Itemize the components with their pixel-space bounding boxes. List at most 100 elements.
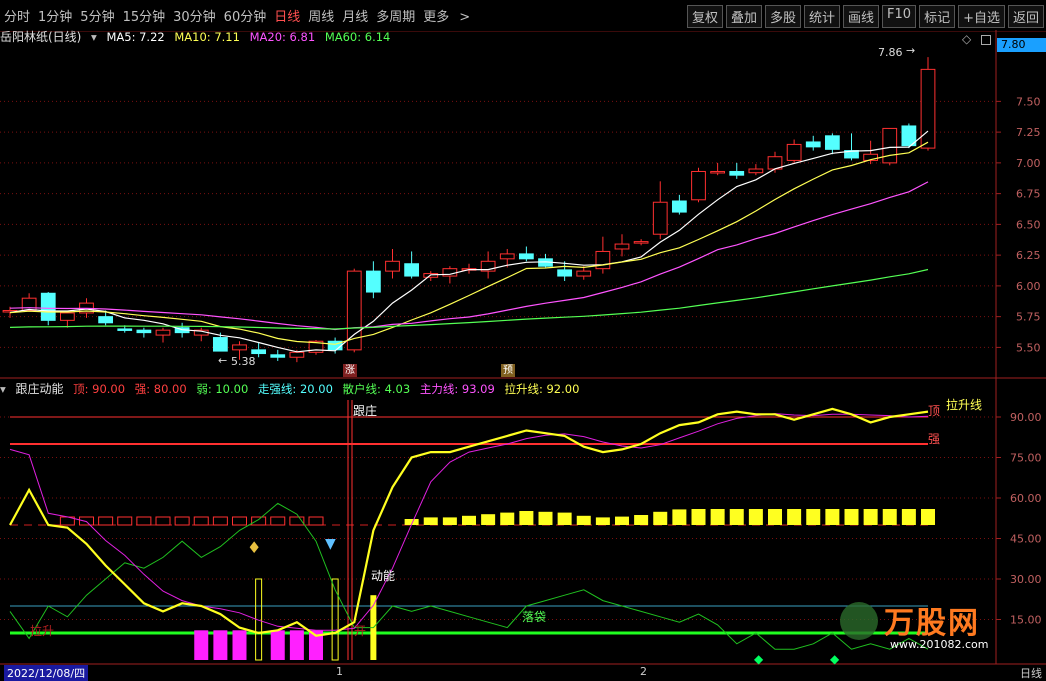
date-cursor-label: 2022/12/08/四 [4,665,89,681]
strength-bar [863,509,878,525]
overlay-button[interactable]: 叠加 [725,5,762,28]
period-tab[interactable]: 1分钟 [38,6,72,25]
candle-body [461,268,477,271]
draw-button[interactable]: 画线 [843,5,880,28]
stats-button[interactable]: 统计 [804,5,841,28]
candle-body [40,292,56,321]
period-tab[interactable]: 分时 [4,6,30,25]
indicator-name[interactable]: 跟庄动能 [15,382,63,396]
candle-body [423,273,439,278]
weak-bar [289,516,305,526]
period-tab-more[interactable]: 更多 > [423,6,478,25]
strength-bar [634,515,649,525]
ma-toggle-icon[interactable]: ▾ [91,30,97,44]
y-tick-label: 5.50 [1016,341,1041,354]
x-tick-2: 2 [640,665,647,678]
current-price-tag: 7.80 [997,38,1046,52]
zhuli-smooth-line [9,413,929,631]
y-tick-label: 6.25 [1016,249,1041,262]
signal-spike [370,595,377,660]
candle-body [557,269,573,277]
indicator-toggle-icon[interactable]: ▾ [0,382,6,396]
y-tick-label: 5.75 [1016,311,1041,324]
weak-bar [155,516,171,526]
stock-name[interactable]: 岳阳林纸(日线) [0,30,81,44]
ruo-label: 弱: 10.00 [196,382,249,396]
weak-bar [117,516,133,526]
luodai-annotation: 落袋 [522,610,547,624]
ma5-label: MA5: 7.22 [106,30,165,44]
candle-body [21,297,37,311]
ding-annotation: 顶 [928,404,941,418]
candle-body [270,354,286,358]
y-tick-label: 90.00 [1010,411,1042,424]
qiang-annotation: 强 [928,432,941,446]
diamond-icon[interactable]: ◇ [962,32,971,46]
bottom-bar [194,630,209,660]
strength-bar [806,509,821,525]
f10-button[interactable]: F10 [882,5,917,28]
period-tab[interactable]: 周线 [308,6,334,25]
strength-bar [748,509,763,525]
multi-stock-button[interactable]: 多股 [764,5,801,28]
period-tab[interactable]: 30分钟 [173,6,216,25]
candle-body [117,328,133,331]
strength-bar [500,512,515,525]
y-tick-label: 60.00 [1010,492,1042,505]
strength-bar [404,519,419,525]
weak-bar [79,516,94,526]
candle-body [595,250,611,270]
qiang-label: 强: 80.00 [134,382,187,396]
strength-bar [691,509,706,525]
weak-bar [270,516,286,526]
strength-bar [787,509,802,525]
candle-body [212,337,228,352]
candle-body [98,316,114,324]
y-tick-label: 6.50 [1016,218,1041,231]
lasheng-annotation: 拉升线 [946,398,983,412]
candle-body [786,143,802,161]
candle-body [327,340,343,351]
weak-bar [251,516,267,526]
watermark-brand: 万股网 [884,606,980,641]
candle-body [576,270,592,277]
sanhu-line [9,502,929,650]
lock-icon[interactable] [981,35,991,45]
period-tab-active[interactable]: 日线 [274,6,300,25]
weak-bar [136,516,152,526]
fuquan-button[interactable]: 复权 [686,5,723,28]
candle-body [614,243,630,250]
candle-body [442,268,458,277]
mark-button[interactable]: 标记 [919,5,956,28]
candle-body [633,241,649,244]
bottom-bar [213,630,228,660]
add-watchlist-button[interactable]: +自选 [958,5,1005,28]
strength-bar [481,514,496,525]
y-tick-label: 75.00 [1010,452,1042,465]
weak-bar [98,516,114,526]
candle-body [538,258,553,267]
low-price-annotation: 5.38 [231,355,256,368]
watermark-url: www.201082.com [890,638,989,651]
ma60-line [9,268,929,330]
period-tab[interactable]: 5分钟 [80,6,114,25]
strength-bar [672,509,687,525]
candle-body [136,329,152,334]
bottom-bar [309,630,323,660]
bottom-bar [270,630,285,660]
strength-bar [615,516,629,525]
back-button[interactable]: 返回 [1007,5,1044,28]
period-tab[interactable]: 15分钟 [123,6,166,25]
low-arrow-icon: ← [218,354,228,367]
period-tab[interactable]: 月线 [342,6,368,25]
period-tab[interactable]: 60分钟 [224,6,267,25]
chart-canvas[interactable]: 5.50 5.75 6.00 6.25 6.50 6.75 7.00 7.25 7.50 1 5.… [0,0,1046,680]
main-chart-header: 岳阳林纸(日线) ▾ MA5: 7.22 MA10: 7.11 MA20: 6.… [0,28,396,44]
x-tick-1: 1 [336,665,343,678]
candle-body [691,170,706,201]
ma20-label: MA20: 6.81 [249,30,316,44]
zhuli-line [9,407,929,637]
signal-spike [255,578,263,661]
candle-body [920,68,936,149]
period-tab[interactable]: 多周期 [376,6,415,25]
